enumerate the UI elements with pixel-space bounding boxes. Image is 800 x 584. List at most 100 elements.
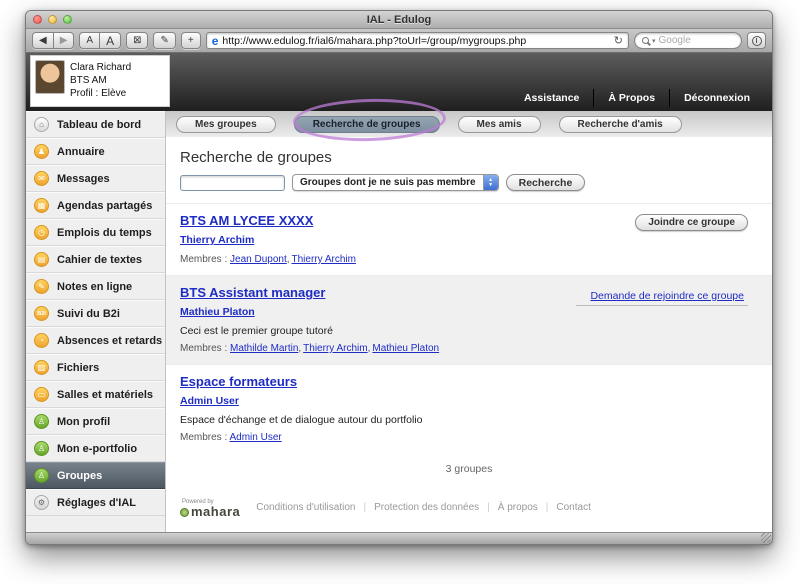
group-description: Espace d'échange et de dialogue autour d…: [180, 414, 748, 426]
sidebar-item-label: Groupes: [57, 470, 102, 482]
group-description: Ceci est le premier groupe tutoré: [180, 325, 576, 337]
forward-button[interactable]: ▶: [54, 32, 75, 49]
text-smaller-button[interactable]: A: [79, 32, 100, 49]
group-filter-value: Groupes dont je ne suis pas membre: [293, 175, 483, 190]
page-title: Recherche de groupes: [180, 149, 758, 166]
search-options-caret[interactable]: ▾: [652, 37, 656, 45]
user-name: Clara Richard: [70, 61, 131, 74]
nav-assistance[interactable]: Assistance: [510, 89, 593, 107]
sidebar-item-tableau-de-bord[interactable]: ⌂ Tableau de bord: [26, 111, 165, 138]
main-area: Mes groupes Recherche de groupes Mes ami…: [166, 111, 772, 532]
popup-stepper-icon: ▲▼: [483, 175, 498, 190]
sidebar-item-fichiers[interactable]: ▨ Fichiers: [26, 354, 165, 381]
sidebar-item-label: Emplois du temps: [57, 227, 152, 239]
sidebar-item-reglages-ial[interactable]: ⚙ Réglages d'IAL: [26, 489, 165, 516]
sidebar-item-mon-e-portfolio[interactable]: ♙ Mon e-portfolio: [26, 435, 165, 462]
rooms-icon: ▭: [34, 387, 49, 402]
search-input[interactable]: [659, 35, 734, 46]
sidebar-item-notes-en-ligne[interactable]: ✎ Notes en ligne: [26, 273, 165, 300]
sidebar-item-cahier-de-textes[interactable]: ▤ Cahier de textes: [26, 246, 165, 273]
sidebar-item-label: Réglages d'IAL: [57, 497, 136, 509]
member-link[interactable]: Jean Dupont: [230, 254, 292, 265]
directory-icon: ♟: [34, 144, 49, 159]
sidebar-item-label: Mon profil: [57, 416, 110, 428]
group-owner-link[interactable]: Admin User: [180, 395, 239, 407]
nav-a-propos[interactable]: À Propos: [593, 89, 669, 107]
member-link[interactable]: Thierry Archim: [303, 343, 372, 354]
sidebar-item-messages[interactable]: ✉ Messages: [26, 165, 165, 192]
member-link[interactable]: Admin User: [229, 432, 281, 443]
group-row: Espace formateurs Admin User Espace d'éc…: [166, 364, 772, 453]
files-icon: ▨: [34, 360, 49, 375]
footer-link-contact[interactable]: Contact: [556, 502, 590, 513]
address-bar[interactable]: e http://www.edulog.fr/ial6/mahara.php?t…: [206, 32, 629, 49]
sidebar-item-mon-profil[interactable]: ♙ Mon profil: [26, 408, 165, 435]
resize-grip-icon[interactable]: [761, 533, 771, 543]
sidebar-item-label: Absences et retards: [57, 335, 162, 347]
group-search-input[interactable]: [180, 175, 285, 191]
sidebar-item-label: Cahier de textes: [57, 254, 142, 266]
mail-page-button[interactable]: ⊠: [126, 32, 148, 49]
site-favicon: e: [212, 34, 219, 48]
bug-icon: [752, 36, 762, 46]
member-link[interactable]: Mathieu Platon: [372, 343, 439, 354]
sidebar-item-label: Salles et matériels: [57, 389, 153, 401]
group-owner-link[interactable]: Mathieu Platon: [180, 306, 255, 318]
report-bug-button[interactable]: [747, 32, 766, 49]
tab-recherche-damis[interactable]: Recherche d'amis: [559, 116, 682, 133]
user-class: BTS AM: [70, 74, 131, 87]
calendar-icon: ▦: [34, 198, 49, 213]
group-filter-select[interactable]: Groupes dont je ne suis pas membre ▲▼: [292, 174, 499, 191]
b2i-icon: B2i: [34, 306, 49, 321]
sidebar-item-groupes[interactable]: ♙ Groupes: [26, 462, 165, 489]
browser-window: IAL - Edulog ◀ ▶ A A ⊠ ✎ + e http://www.…: [25, 10, 773, 545]
request-join-group-link[interactable]: Demande de rejoindre ce groupe: [576, 290, 748, 306]
group-info: Espace formateurs Admin User Espace d'éc…: [180, 373, 748, 443]
back-button[interactable]: ◀: [32, 32, 54, 49]
nav-deconnexion[interactable]: Déconnexion: [669, 89, 764, 107]
tab-recherche-de-groupes[interactable]: Recherche de groupes: [294, 116, 440, 133]
sidebar-item-label: Fichiers: [57, 362, 99, 374]
window-titlebar[interactable]: IAL - Edulog: [26, 11, 772, 29]
mahara-logo: Powered by mahara: [180, 497, 240, 517]
members-label: Membres :: [180, 343, 227, 354]
sidebar-item-label: Mon e-portfolio: [57, 443, 137, 455]
footer-link-a-propos[interactable]: À propos: [498, 502, 557, 513]
tab-mes-groupes[interactable]: Mes groupes: [176, 116, 276, 133]
tab-mes-amis[interactable]: Mes amis: [458, 116, 541, 133]
group-name-link[interactable]: BTS Assistant manager: [180, 285, 325, 300]
sidebar-item-label: Notes en ligne: [57, 281, 132, 293]
members-label: Membres :: [180, 432, 227, 443]
group-row: BTS AM LYCEE XXXX Thierry Archim Membres…: [166, 203, 772, 275]
groups-icon: ♙: [34, 468, 49, 483]
group-owner-link[interactable]: Thierry Archim: [180, 234, 254, 246]
search-button[interactable]: Recherche: [506, 174, 586, 191]
group-name-link[interactable]: BTS AM LYCEE XXXX: [180, 213, 313, 228]
compose-button[interactable]: ✎: [153, 32, 175, 49]
google-search-field[interactable]: ▾: [634, 32, 742, 49]
sidebar-item-emplois-du-temps[interactable]: ◷ Emplois du temps: [26, 219, 165, 246]
sidebar-item-label: Suivi du B2i: [57, 308, 120, 320]
sidebar-item-absences-et-retards[interactable]: ◔ Absences et retards: [26, 327, 165, 354]
sidebar-item-agendas-partages[interactable]: ▦ Agendas partagés: [26, 192, 165, 219]
join-group-button[interactable]: Joindre ce groupe: [635, 214, 748, 231]
new-tab-button[interactable]: +: [181, 32, 201, 49]
url-text[interactable]: http://www.edulog.fr/ial6/mahara.php?toU…: [222, 35, 609, 47]
sidebar-item-suivi-du-b2i[interactable]: B2i Suivi du B2i: [26, 300, 165, 327]
reload-icon[interactable]: ↻: [614, 34, 623, 47]
sidebar-item-salles-et-materiels[interactable]: ▭ Salles et matériels: [26, 381, 165, 408]
app-header: Clara Richard BTS AM Profil : Elève Assi…: [26, 53, 772, 111]
sidebar-item-annuaire[interactable]: ♟ Annuaire: [26, 138, 165, 165]
group-name-link[interactable]: Espace formateurs: [180, 374, 297, 389]
footer-link-protection[interactable]: Protection des données: [374, 502, 498, 513]
window-title: IAL - Edulog: [26, 14, 772, 26]
text-larger-button[interactable]: A: [100, 32, 121, 49]
footer-link-conditions[interactable]: Conditions d'utilisation: [256, 502, 374, 513]
member-link[interactable]: Mathilde Martin: [230, 343, 303, 354]
member-link[interactable]: Thierry Archim: [292, 254, 356, 265]
members-label: Membres :: [180, 254, 227, 265]
page-content: Recherche de groupes Groupes dont je ne …: [166, 137, 772, 532]
group-search-form: Groupes dont je ne suis pas membre ▲▼ Re…: [180, 174, 758, 191]
tab-strip: Mes groupes Recherche de groupes Mes ami…: [166, 111, 772, 137]
group-members: Membres : Mathilde MartinThierry ArchimM…: [180, 343, 576, 354]
